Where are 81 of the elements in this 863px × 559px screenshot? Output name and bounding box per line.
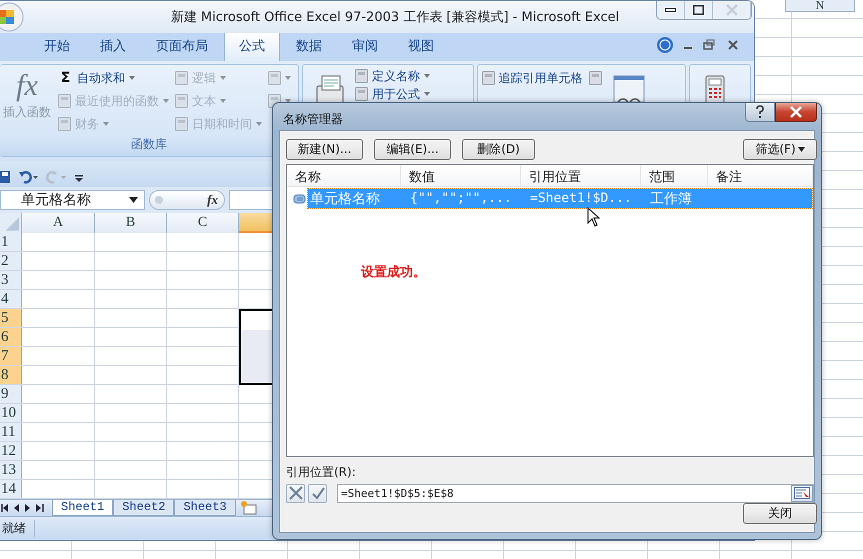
ribbon-tab[interactable]: 公式 (224, 31, 280, 61)
ribbon-tab[interactable]: 开始 (30, 32, 84, 61)
row-header[interactable]: 4 (0, 290, 22, 308)
ribbon-button[interactable]: Σ 自动求和 (58, 68, 169, 88)
row-header[interactable]: 10 (0, 404, 22, 422)
column-header[interactable]: 数值 (401, 165, 521, 186)
check-icon (310, 486, 324, 500)
sheet-tab[interactable]: Sheet2 (113, 500, 174, 516)
filter-button[interactable]: 筛选(F) (743, 139, 817, 160)
help-icon (656, 36, 674, 54)
cancel-button[interactable] (286, 484, 305, 502)
confirm-button[interactable] (308, 484, 327, 502)
caret-icon (798, 147, 805, 152)
help-icon (755, 105, 765, 119)
ribbon-tab[interactable]: 页面布局 (142, 32, 222, 61)
column-header[interactable]: C (167, 213, 239, 233)
row-header[interactable]: 3 (0, 271, 22, 289)
undo-icon (18, 169, 40, 185)
minimize-icon (665, 8, 676, 12)
row-header[interactable]: 8 (0, 366, 22, 384)
row-header[interactable]: 13 (0, 461, 22, 479)
row-header[interactable]: 1 (0, 233, 22, 251)
help-button[interactable] (745, 103, 775, 122)
reference-field[interactable]: =Sheet1!$D$5:$E$8 (337, 484, 814, 502)
previous-sheet-icon (12, 503, 20, 513)
name-box[interactable]: 单元格名称 (0, 190, 145, 210)
minimize-icon (684, 47, 692, 49)
ribbon-tab[interactable]: 审阅 (338, 32, 392, 61)
expand-handle-icon (154, 195, 164, 205)
row-header[interactable]: 2 (0, 252, 22, 270)
maximize-icon (693, 5, 704, 15)
dialog-button[interactable]: 编辑(E)... (374, 139, 451, 160)
close-button[interactable] (775, 103, 817, 122)
office-logo-icon (0, 2, 24, 32)
ribbon-button[interactable]: 定义名称 (355, 68, 430, 84)
ribbon-tab[interactable]: 数据 (282, 32, 336, 61)
column-header[interactable]: 引用位置 (521, 165, 641, 186)
column-header[interactable]: 名称 (287, 165, 401, 186)
dialog-button[interactable]: 删除(D) (462, 139, 535, 160)
range-select-icon (794, 487, 810, 499)
sheet-tab[interactable]: Sheet3 (174, 500, 236, 516)
column-header[interactable]: B (95, 213, 167, 233)
restore-icon (702, 38, 716, 52)
column-header[interactable]: 备注 (708, 165, 813, 186)
row-header[interactable]: 6 (0, 328, 22, 346)
row-header[interactable]: 14 (0, 480, 22, 498)
collapse-button[interactable] (791, 484, 813, 502)
ribbon-tab[interactable]: 插入 (86, 32, 140, 61)
close-icon (789, 106, 803, 118)
ribbon-button[interactable]: 追踪引用单元格 (482, 68, 583, 88)
ribbon-button[interactable]: 用于公式 (355, 86, 430, 102)
column-header[interactable]: 范围 (641, 165, 708, 186)
first-sheet-icon (0, 503, 8, 513)
redo-icon (46, 169, 68, 185)
column-header[interactable]: A (22, 213, 95, 233)
field-label: 引用位置(R): (286, 464, 357, 481)
mouse-pointer-icon (587, 207, 601, 227)
annotation-text: 设置成功。 (361, 264, 426, 281)
group-label: 函数库 (130, 136, 168, 153)
dialog-title: 名称管理器 (282, 111, 343, 128)
next-sheet-icon (24, 503, 32, 513)
row-header[interactable]: 7 (0, 347, 22, 365)
dialog-button[interactable]: 新建(N)... (286, 139, 363, 160)
row-header[interactable]: 11 (0, 423, 22, 441)
sheet-tab[interactable]: Sheet1 (52, 500, 114, 516)
cancel-icon (288, 486, 302, 500)
close-icon (726, 38, 740, 52)
row-header[interactable]: 12 (0, 442, 22, 460)
row-header[interactable]: 9 (0, 385, 22, 403)
close-button[interactable]: 关闭 (743, 503, 817, 524)
save-icon (0, 169, 12, 185)
caret-icon (129, 197, 138, 203)
column-header: N (785, 0, 855, 12)
close-icon (726, 4, 738, 16)
name-tag-icon (292, 194, 306, 204)
ribbon-tab[interactable]: 视图 (394, 32, 448, 61)
window-title: 新建 Microsoft Office Excel 97-2003 工作表 [兼容模式] - Microsoft Excel (170, 9, 620, 26)
insert-function-button[interactable]: fx (207, 192, 218, 208)
status-text: 就绪 (0, 520, 35, 537)
row-header[interactable]: 5 (0, 309, 22, 327)
last-sheet-icon (36, 503, 44, 513)
